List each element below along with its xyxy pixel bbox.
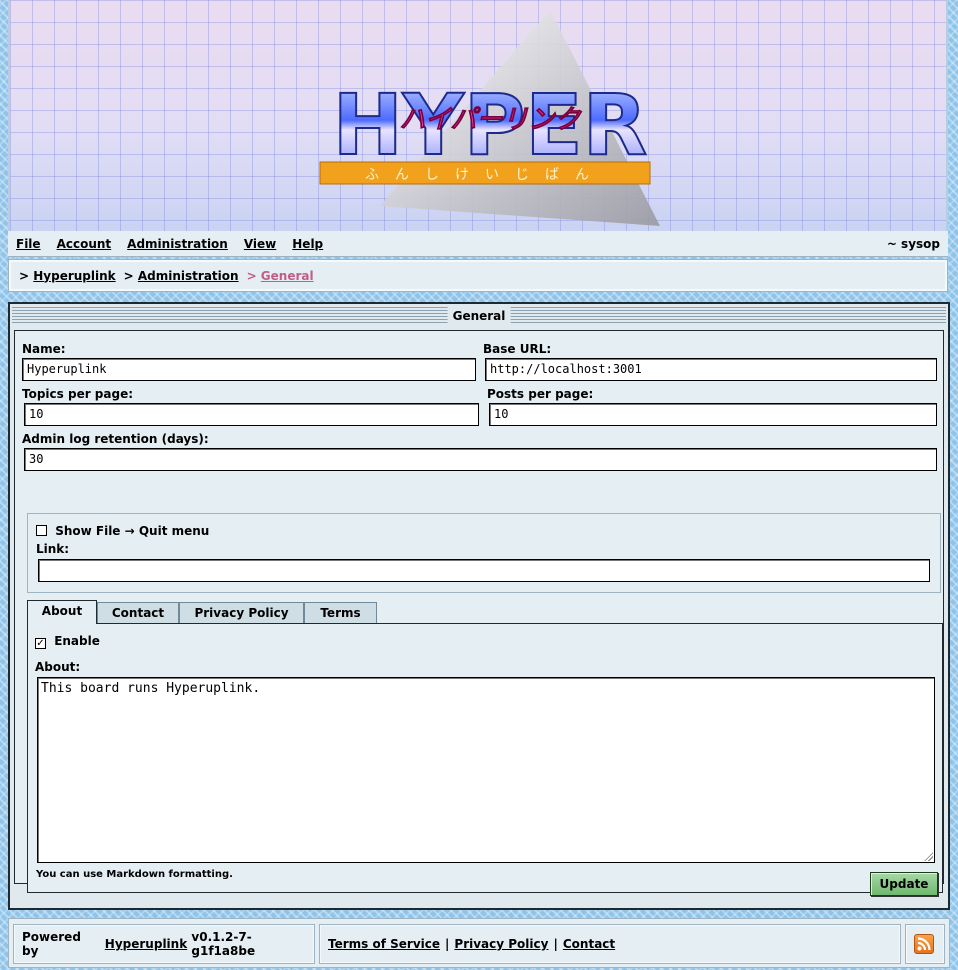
name-input[interactable]: Hyperuplink bbox=[22, 358, 476, 381]
update-button[interactable]: Update bbox=[870, 872, 938, 896]
menu-help-label: Help bbox=[292, 236, 324, 251]
panel-body: Name: Hyperuplink Base URL: http://local… bbox=[14, 330, 944, 893]
show-quit-menu-checkbox[interactable] bbox=[36, 525, 47, 536]
header-banner: HYPER ハイパーリンク ふんしけいじばん bbox=[8, 0, 948, 231]
base-url-label: Base URL: bbox=[483, 342, 552, 356]
logo-subtitle: ハイパーリンク bbox=[400, 105, 583, 135]
footer-link-contact[interactable]: Contact bbox=[563, 937, 615, 951]
menu-view[interactable]: View bbox=[244, 237, 276, 251]
logo-kana: ふんしけいじばん bbox=[365, 167, 605, 183]
about-textarea-text: This board runs Hyperuplink. bbox=[41, 681, 261, 696]
topics-per-page-input[interactable]: 10 bbox=[24, 403, 479, 426]
menu-file[interactable]: File bbox=[16, 237, 41, 251]
quit-link-label: Link: bbox=[36, 542, 70, 556]
footer-separator: | bbox=[553, 937, 558, 951]
footer-separator: | bbox=[445, 937, 450, 951]
breadcrumb-item-current: > General bbox=[246, 268, 314, 283]
powered-prefix: Powered by bbox=[22, 930, 81, 958]
about-enable-option[interactable]: ✓ Enable bbox=[35, 634, 100, 649]
breadcrumb-link-administration[interactable]: Administration bbox=[138, 269, 239, 283]
tab-privacy-policy[interactable]: Privacy Policy bbox=[179, 602, 304, 624]
about-tab-pane: ✓ Enable About: This board runs Hyperupl… bbox=[27, 623, 943, 893]
admin-log-retention-input[interactable]: 30 bbox=[24, 448, 937, 471]
tab-terms[interactable]: Terms bbox=[304, 602, 377, 624]
name-label: Name: bbox=[22, 342, 66, 356]
rss-icon[interactable] bbox=[914, 934, 934, 954]
admin-log-retention-label: Admin log retention (days): bbox=[22, 432, 209, 446]
posts-per-page-input[interactable]: 10 bbox=[489, 403, 937, 426]
footer-rss-cell bbox=[905, 924, 945, 964]
panel-title: General bbox=[447, 307, 511, 325]
footer-link-privacy[interactable]: Privacy Policy bbox=[454, 937, 548, 951]
topics-per-page-label: Topics per page: bbox=[22, 387, 134, 401]
breadcrumb-item-hyperuplink: > Hyperuplink bbox=[19, 268, 116, 283]
menu-view-label: View bbox=[243, 236, 277, 251]
breadcrumb-link-hyperuplink[interactable]: Hyperuplink bbox=[33, 269, 115, 283]
menu-administration[interactable]: Administration bbox=[127, 237, 228, 251]
quit-link-input[interactable] bbox=[38, 559, 930, 582]
version-text: v0.1.2-7-g1f1a8be bbox=[191, 930, 256, 958]
footer-powered-by: Powered by Hyperuplink v0.1.2-7-g1f1a8be bbox=[13, 924, 315, 964]
breadcrumb: > Hyperuplink > Administration > General bbox=[8, 259, 948, 292]
footer: Powered by Hyperuplink v0.1.2-7-g1f1a8be… bbox=[8, 918, 950, 968]
powered-link[interactable]: Hyperuplink bbox=[105, 937, 187, 951]
markdown-hint: You can use Markdown formatting. bbox=[36, 869, 233, 880]
resize-grip-icon[interactable] bbox=[924, 852, 933, 861]
user-menu[interactable]: ~ sysop bbox=[887, 237, 940, 251]
show-quit-menu-option[interactable]: Show File → Quit menu bbox=[36, 524, 209, 538]
general-settings-panel: General Name: Hyperuplink Base URL: http… bbox=[8, 302, 950, 910]
tab-about[interactable]: About bbox=[27, 600, 97, 624]
menu-administration-label: Administration bbox=[127, 236, 228, 251]
quit-menu-group: Show File → Quit menu Link: bbox=[27, 513, 941, 593]
base-url-input[interactable]: http://localhost:3001 bbox=[485, 358, 937, 381]
show-quit-menu-label: Show File → Quit menu bbox=[55, 524, 210, 538]
menu-file-label: File bbox=[16, 236, 41, 251]
menubar: File Account Administration View Help ~ … bbox=[8, 231, 948, 257]
tab-contact[interactable]: Contact bbox=[97, 602, 179, 624]
footer-link-terms[interactable]: Terms of Service bbox=[328, 937, 440, 951]
about-textarea-label: About: bbox=[35, 660, 81, 674]
breadcrumb-current-label[interactable]: General bbox=[261, 269, 314, 283]
footer-links: Terms of Service | Privacy Policy | Cont… bbox=[319, 924, 901, 964]
hyper-logo[interactable]: HYPER ハイパーリンク ふんしけいじばん bbox=[300, 6, 680, 231]
panel-title-bar: General bbox=[12, 307, 946, 325]
menu-account[interactable]: Account bbox=[57, 237, 112, 251]
breadcrumb-item-administration: > Administration bbox=[123, 268, 239, 283]
about-enable-label: Enable bbox=[54, 634, 100, 648]
menu-help[interactable]: Help bbox=[292, 237, 323, 251]
about-textarea[interactable]: This board runs Hyperuplink. bbox=[37, 677, 935, 863]
posts-per-page-label: Posts per page: bbox=[487, 387, 594, 401]
menu-account-label: Account bbox=[56, 236, 112, 251]
about-enable-checkbox[interactable]: ✓ bbox=[35, 638, 46, 649]
